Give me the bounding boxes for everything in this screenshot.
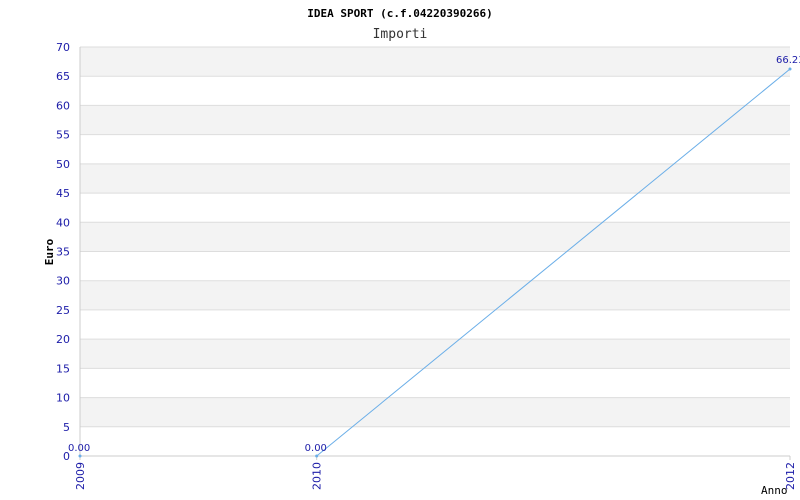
data-point (788, 67, 792, 71)
y-tick-label: 55 (56, 129, 70, 142)
y-tick-label: 45 (56, 187, 70, 200)
y-tick-label: 65 (56, 70, 70, 83)
plot-band (80, 339, 790, 369)
plot-band (80, 222, 790, 252)
y-tick-label: 30 (56, 275, 70, 288)
x-tick-label: 2010 (311, 462, 324, 490)
data-label: 0.00 (68, 443, 90, 454)
y-tick-label: 40 (56, 216, 70, 229)
data-point (315, 454, 319, 458)
x-axis-label: Anno (761, 484, 788, 497)
chart-title: IDEA SPORT (c.f.04220390266) (307, 7, 492, 20)
y-tick-label: 35 (56, 246, 70, 259)
chart-subtitle: Importi (373, 27, 428, 42)
y-tick-label: 70 (56, 41, 70, 54)
plot-band (80, 105, 790, 135)
y-tick-label: 10 (56, 392, 70, 405)
data-point (78, 454, 82, 458)
y-tick-label: 25 (56, 304, 70, 317)
plot-band (80, 280, 790, 310)
data-label: 0.00 (305, 443, 327, 454)
x-tick-label: 2009 (74, 462, 87, 490)
plot-band (80, 163, 790, 194)
plot-band (80, 47, 790, 77)
y-tick-labels: 0510152025303540455055606570 (56, 41, 70, 463)
data-label: 66.23 (776, 55, 800, 66)
y-tick-label: 60 (56, 99, 70, 112)
y-axis-label: Euro (43, 238, 56, 265)
line-chart: IDEA SPORT (c.f.04220390266) Importi 051… (43, 7, 800, 497)
x-tick-labels: 2009 2010 2012 (74, 462, 797, 490)
plot-band (80, 397, 790, 427)
y-tick-label: 50 (56, 158, 70, 171)
y-tick-label: 5 (63, 421, 70, 434)
plot-bands (80, 47, 790, 427)
y-tick-label: 15 (56, 362, 70, 375)
y-tick-label: 20 (56, 333, 70, 346)
